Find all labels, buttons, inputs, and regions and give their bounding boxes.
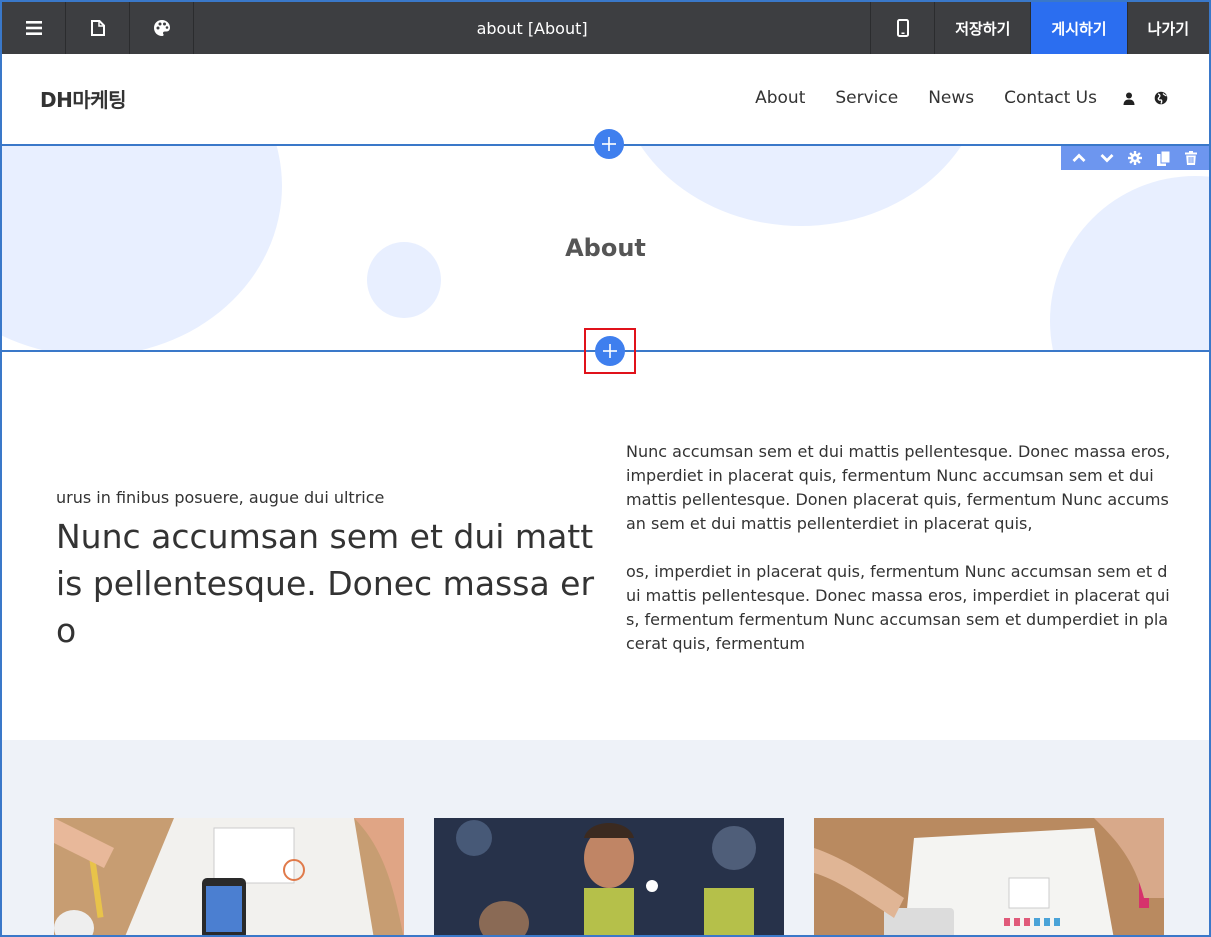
plus-icon bbox=[602, 137, 616, 151]
content-paragraph: Nunc accumsan sem et dui mattis pellente… bbox=[626, 442, 1171, 533]
cards-section[interactable] bbox=[2, 740, 1209, 935]
mobile-icon bbox=[896, 19, 909, 37]
card-image[interactable] bbox=[814, 818, 1164, 935]
nav-item-about[interactable]: About bbox=[755, 88, 805, 108]
card-image[interactable] bbox=[434, 818, 784, 935]
highlight-box bbox=[584, 328, 636, 374]
palette-icon bbox=[153, 20, 170, 36]
section-toolbar bbox=[1061, 146, 1209, 170]
content-section[interactable]: urus in finibus posuere, augue dui ultri… bbox=[2, 354, 1209, 740]
exit-button[interactable]: 나가기 bbox=[1128, 2, 1209, 54]
gear-icon bbox=[1128, 151, 1142, 165]
content-subtitle: urus in finibus posuere, augue dui ultri… bbox=[56, 488, 385, 507]
mobile-preview-button[interactable] bbox=[871, 2, 936, 54]
duplicate-section-button[interactable] bbox=[1153, 148, 1173, 168]
move-up-button[interactable] bbox=[1069, 148, 1089, 168]
menu-button[interactable] bbox=[2, 2, 66, 54]
save-button[interactable]: 저장하기 bbox=[935, 2, 1032, 54]
site-logo[interactable]: DH마케팅 bbox=[40, 84, 127, 113]
content-headline: Nunc accumsan sem et dui mattis pellente… bbox=[56, 517, 595, 650]
section-settings-button[interactable] bbox=[1125, 148, 1145, 168]
pages-button[interactable] bbox=[66, 2, 130, 54]
chevron-up-icon bbox=[1072, 153, 1086, 162]
editor-toolbar: about [About] 저장하기 게시하기 나가기 bbox=[2, 2, 1209, 54]
copy-icon bbox=[1156, 150, 1170, 166]
nav-item-news[interactable]: News bbox=[928, 88, 974, 108]
menu-icon bbox=[25, 21, 42, 35]
decorative-circle bbox=[616, 146, 986, 226]
content-paragraph: os, imperdiet in placerat quis, fermentu… bbox=[626, 562, 1170, 653]
nav-item-contact[interactable]: Contact Us bbox=[1004, 88, 1097, 108]
add-section-button-top[interactable] bbox=[594, 129, 624, 159]
site-nav: About Service News Contact Us bbox=[725, 88, 1169, 108]
editor-frame: about [About] 저장하기 게시하기 나가기 DH마케팅 About … bbox=[0, 0, 1211, 937]
decorative-circle bbox=[1050, 176, 1209, 350]
trash-icon bbox=[1185, 151, 1197, 165]
page-icon bbox=[90, 20, 105, 36]
theme-button[interactable] bbox=[130, 2, 194, 54]
hero-section[interactable]: About bbox=[2, 144, 1209, 352]
move-down-button[interactable] bbox=[1097, 148, 1117, 168]
right-column: Nunc accumsan sem et dui mattis pellente… bbox=[626, 440, 1171, 656]
globe-icon[interactable] bbox=[1153, 90, 1169, 106]
user-icon[interactable] bbox=[1121, 90, 1137, 106]
nav-item-service[interactable]: Service bbox=[835, 88, 898, 108]
card-image[interactable] bbox=[54, 818, 404, 935]
chevron-down-icon bbox=[1100, 154, 1114, 163]
publish-button[interactable]: 게시하기 bbox=[1031, 2, 1128, 54]
delete-section-button[interactable] bbox=[1181, 148, 1201, 168]
hero-title: About bbox=[565, 234, 646, 262]
page-title: about [About] bbox=[194, 2, 872, 54]
left-column: urus in finibus posuere, augue dui ultri… bbox=[56, 488, 601, 654]
